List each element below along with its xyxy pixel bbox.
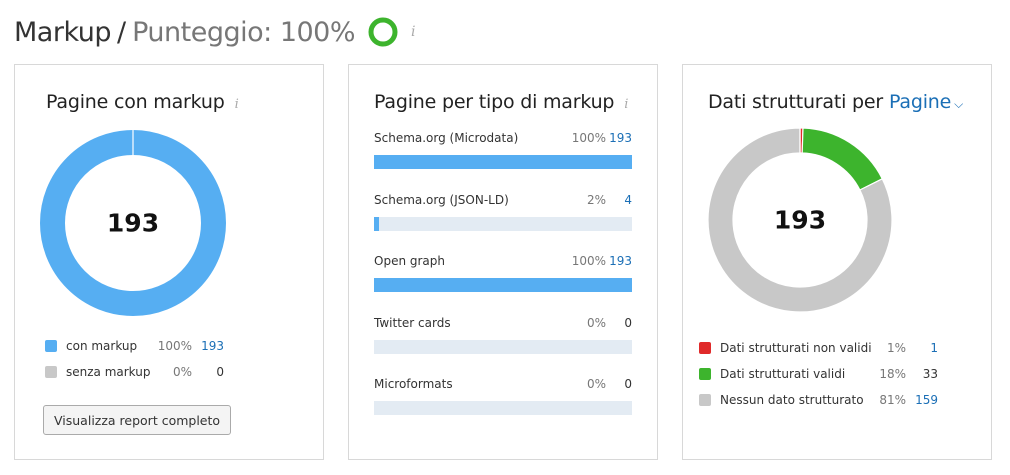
legend-percent: 100% (157, 339, 192, 353)
score-label: Punteggio: 100% (132, 16, 356, 48)
bar-row-json-ld: Schema.org (JSON-LD) 2% 4 (374, 189, 632, 251)
pages-donut-chart: 193 (39, 129, 227, 317)
card-title: Pagine per tipo di markup i (374, 91, 628, 113)
legend-value-link[interactable]: 159 (906, 393, 938, 407)
bar-track (374, 339, 632, 354)
title-separator: / (117, 16, 127, 48)
bar-track (374, 155, 632, 169)
legend-row-none: Nessun dato strutturato 81% 159 (699, 387, 938, 413)
pages-legend: con markup 100% 193 senza markup 0% 0 (45, 333, 224, 385)
view-full-report-button[interactable]: Visualizza report completo (43, 405, 232, 435)
legend-label: Dati strutturati validi (720, 367, 846, 381)
dropdown-label: Pagine (888, 91, 952, 113)
info-icon[interactable]: i (411, 24, 415, 40)
structured-data-card: Dati strutturati per Pagine ⌵ 193 Dati str… (682, 64, 992, 460)
bar-percent: 0% (586, 315, 606, 330)
bar-percent: 0% (586, 377, 606, 391)
bar-value-link[interactable]: 4 (606, 193, 632, 207)
legend-swatch (45, 366, 57, 378)
legend-label: Nessun dato strutturato (720, 393, 864, 407)
bar-value-link[interactable]: 193 (606, 254, 632, 268)
bar-value: 0 (624, 315, 632, 330)
legend-row-without-markup: senza markup 0% 0 (45, 359, 224, 385)
legend-percent: 1% (886, 341, 906, 355)
legend-value: 33 (922, 367, 938, 381)
legend-percent: 81% (879, 393, 906, 407)
pages-dropdown[interactable]: Pagine ⌵ (889, 91, 963, 113)
bar-fill (374, 278, 632, 292)
bar-row-twitter-cards: Twitter cards 0% 0 (374, 312, 632, 374)
legend-label: Dati strutturati non validi (720, 341, 872, 355)
legend-swatch (699, 394, 711, 406)
bar-track (374, 401, 632, 415)
info-icon[interactable]: i (624, 97, 628, 112)
page-header: Markup / Punteggio: 100% i (14, 12, 416, 52)
score-ring-icon (368, 17, 398, 47)
pages-by-markup-type-card: Pagine per tipo di markup i Schema.org (M… (348, 64, 658, 460)
legend-row-valid: Dati strutturati validi 18% 33 (699, 361, 938, 387)
page-title: Markup (14, 16, 112, 48)
bar-label: Schema.org (Microdata) (374, 131, 519, 145)
bar-percent: 100% (571, 131, 606, 145)
card-title: Pagine con markup i (46, 91, 239, 113)
legend-row-invalid: Dati strutturati non validi 1% 1 (699, 335, 938, 361)
bar-label: Twitter cards (374, 315, 451, 330)
bar-value: 0 (624, 377, 632, 391)
bar-fill (374, 155, 632, 169)
bar-track (374, 216, 632, 231)
bar-track (374, 278, 632, 292)
legend-swatch (699, 368, 711, 380)
legend-value: 0 (216, 365, 224, 379)
legend-swatch (699, 342, 711, 354)
bar-label: Microformats (374, 377, 453, 391)
bar-fill (374, 216, 380, 231)
structured-legend: Dati strutturati non validi 1% 1 Dati st… (699, 335, 938, 413)
card-title: Dati strutturati per Pagine ⌵ (708, 91, 963, 113)
valid-segment (801, 127, 884, 191)
legend-label: con markup (66, 339, 138, 353)
structured-donut-chart: 193 (707, 127, 893, 313)
chevron-down-icon: ⌵ (954, 97, 964, 111)
legend-value-link[interactable]: 193 (192, 339, 224, 353)
donut-total: 193 (106, 208, 160, 238)
bar-percent: 100% (571, 254, 606, 268)
bar-value-link[interactable]: 193 (606, 131, 632, 145)
markup-type-bars: Schema.org (Microdata) 100% 193 Schema.org… (374, 127, 632, 435)
info-icon[interactable]: i (235, 97, 239, 112)
legend-swatch (45, 340, 57, 352)
legend-label: senza markup (66, 365, 151, 379)
legend-percent: 18% (879, 367, 906, 381)
bar-percent: 2% (586, 192, 606, 207)
donut-total: 193 (773, 205, 827, 235)
card-title-text: Dati strutturati per (708, 91, 883, 113)
legend-value-link[interactable]: 1 (906, 341, 938, 355)
bar-row-microformats: Microformats 0% 0 (374, 373, 632, 435)
bar-row-open-graph: Open graph 100% 193 (374, 250, 632, 312)
card-title-text: Pagine per tipo di markup (374, 91, 615, 113)
bar-row-microdata: Schema.org (Microdata) 100% 193 (374, 127, 632, 189)
legend-row-with-markup: con markup 100% 193 (45, 333, 224, 359)
bar-label: Schema.org (JSON-LD) (374, 192, 509, 207)
pages-with-markup-card: Pagine con markup i 193 con markup 100% 1… (14, 64, 324, 460)
bar-label: Open graph (374, 254, 445, 268)
legend-percent: 0% (172, 365, 192, 379)
card-title-text: Pagine con markup (46, 91, 225, 113)
